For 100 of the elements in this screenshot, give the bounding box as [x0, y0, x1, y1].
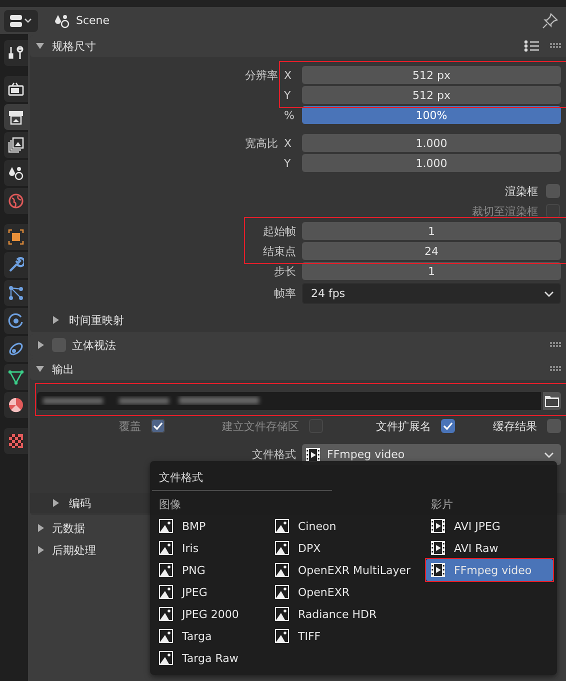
- number-field[interactable]: 1: [302, 222, 561, 240]
- folder-button[interactable]: [543, 392, 561, 410]
- film-icon: [431, 541, 445, 555]
- menu-item[interactable]: Iris: [154, 537, 270, 559]
- menu-item[interactable]: DPX: [270, 537, 426, 559]
- panel-header[interactable]: 规格尺寸: [30, 35, 566, 57]
- disclosure-triangle-icon: [38, 341, 44, 349]
- menu-item[interactable]: Targa: [154, 625, 270, 647]
- output-tab[interactable]: [4, 104, 28, 130]
- ring-icon: [8, 341, 24, 357]
- checkbox-label: 文件扩展名: [376, 418, 431, 434]
- checker-icon: [8, 433, 24, 449]
- number-field[interactable]: 512 px: [302, 86, 561, 104]
- image-icon: [275, 519, 289, 533]
- render-tab[interactable]: [4, 76, 28, 102]
- subpanel-header[interactable]: 时间重映射: [37, 310, 561, 330]
- disclosure-triangle-icon: [53, 499, 59, 507]
- field-label: 帧率: [274, 286, 296, 301]
- number-field[interactable]: 1: [302, 262, 561, 280]
- editor-type-icon: [9, 14, 33, 28]
- presets-list-icon[interactable]: [524, 40, 540, 52]
- panel-title: 后期处理: [52, 542, 96, 558]
- folder-icon: [545, 395, 559, 407]
- menu-item[interactable]: TIFF: [270, 625, 426, 647]
- image-icon: [275, 541, 289, 555]
- triangle-mesh-icon: [8, 369, 24, 385]
- view-layer-tab[interactable]: [4, 132, 28, 158]
- menu-item[interactable]: AVI Raw: [426, 537, 553, 559]
- image-icon: [159, 541, 173, 555]
- checkbox-label: 缓存结果: [493, 418, 537, 434]
- scene-tab[interactable]: [4, 160, 28, 186]
- menu-item[interactable]: OpenEXR: [270, 581, 426, 603]
- menu-item[interactable]: JPEG: [154, 581, 270, 603]
- particles-tab[interactable]: [4, 280, 28, 306]
- material-tab[interactable]: [4, 392, 28, 418]
- number-field[interactable]: 1.000: [302, 154, 561, 172]
- film-icon: [431, 519, 445, 533]
- scene-icon: [54, 12, 70, 28]
- printer-icon: [8, 109, 24, 125]
- checkbox[interactable]: [546, 184, 560, 198]
- menu-heading: 图像: [159, 496, 181, 512]
- checkbox[interactable]: [441, 419, 455, 433]
- panel-title: 规格尺寸: [52, 38, 96, 54]
- menu-item[interactable]: OpenEXR MultiLayer: [270, 559, 426, 581]
- image-stack-icon: [8, 137, 24, 153]
- path-field[interactable]: [37, 392, 541, 410]
- field-label: 分辨率: [245, 68, 278, 82]
- number-field[interactable]: 512 px: [302, 66, 561, 84]
- checkmark-icon: [443, 421, 453, 431]
- field-label: 文件格式: [252, 447, 296, 462]
- square-icon: [8, 229, 24, 245]
- modifier-tab[interactable]: [4, 252, 28, 278]
- panel-header[interactable]: 输出: [30, 358, 566, 380]
- image-icon: [159, 563, 173, 577]
- menu-item[interactable]: Cineon: [270, 515, 426, 537]
- film-icon: [431, 563, 445, 577]
- drag-grip-icon[interactable]: [550, 342, 562, 348]
- disclosure-triangle-icon: [36, 366, 44, 372]
- menu-item[interactable]: FFmpeg video: [426, 559, 553, 581]
- field-label: 起始帧: [263, 224, 296, 238]
- number-field[interactable]: 1.000: [302, 134, 561, 152]
- menu-item[interactable]: PNG: [154, 559, 270, 581]
- menu-item[interactable]: BMP: [154, 515, 270, 537]
- subpanel-title: 编码: [69, 496, 91, 510]
- data-tab[interactable]: [4, 364, 28, 390]
- field-label: 步长: [274, 264, 296, 278]
- chevron-down-icon: [544, 290, 554, 296]
- menu-item[interactable]: JPEG 2000: [154, 603, 270, 625]
- dropdown[interactable]: 24 fps: [302, 283, 561, 304]
- percentage-slider[interactable]: 100%: [302, 106, 561, 124]
- editor-type-button[interactable]: [4, 10, 38, 32]
- object-tab[interactable]: [4, 224, 28, 250]
- image-icon: [159, 585, 173, 599]
- world-tab[interactable]: [4, 188, 28, 214]
- menu-item[interactable]: Targa Raw: [154, 647, 270, 669]
- disclosure-triangle-icon: [38, 524, 44, 532]
- image-icon: [275, 607, 289, 621]
- axis-label: Y: [284, 156, 292, 170]
- number-field[interactable]: 24: [302, 242, 561, 260]
- physics-tab[interactable]: [4, 308, 28, 334]
- menu-heading: 影片: [431, 496, 453, 512]
- menu-item[interactable]: AVI JPEG: [426, 515, 553, 537]
- image-icon: [159, 607, 173, 621]
- image-icon: [275, 585, 289, 599]
- texture-tab[interactable]: [4, 428, 28, 454]
- tools-icon: [8, 45, 24, 61]
- panel-header[interactable]: 立体视法: [30, 334, 566, 356]
- drag-grip-icon[interactable]: [550, 366, 562, 372]
- tool-tab[interactable]: [4, 40, 28, 66]
- globe-icon: [8, 193, 24, 209]
- subpanel-title: 时间重映射: [69, 312, 124, 328]
- disclosure-triangle-icon: [36, 43, 44, 49]
- checkbox[interactable]: [547, 419, 561, 433]
- checkbox-label: 建立文件存储区: [222, 418, 299, 434]
- image-icon: [159, 651, 173, 665]
- checkbox-label: 渲染框: [505, 184, 538, 198]
- pin-icon[interactable]: [542, 12, 558, 28]
- constraints-tab[interactable]: [4, 336, 28, 362]
- menu-item[interactable]: Radiance HDR: [270, 603, 426, 625]
- drag-grip-icon[interactable]: [550, 43, 562, 49]
